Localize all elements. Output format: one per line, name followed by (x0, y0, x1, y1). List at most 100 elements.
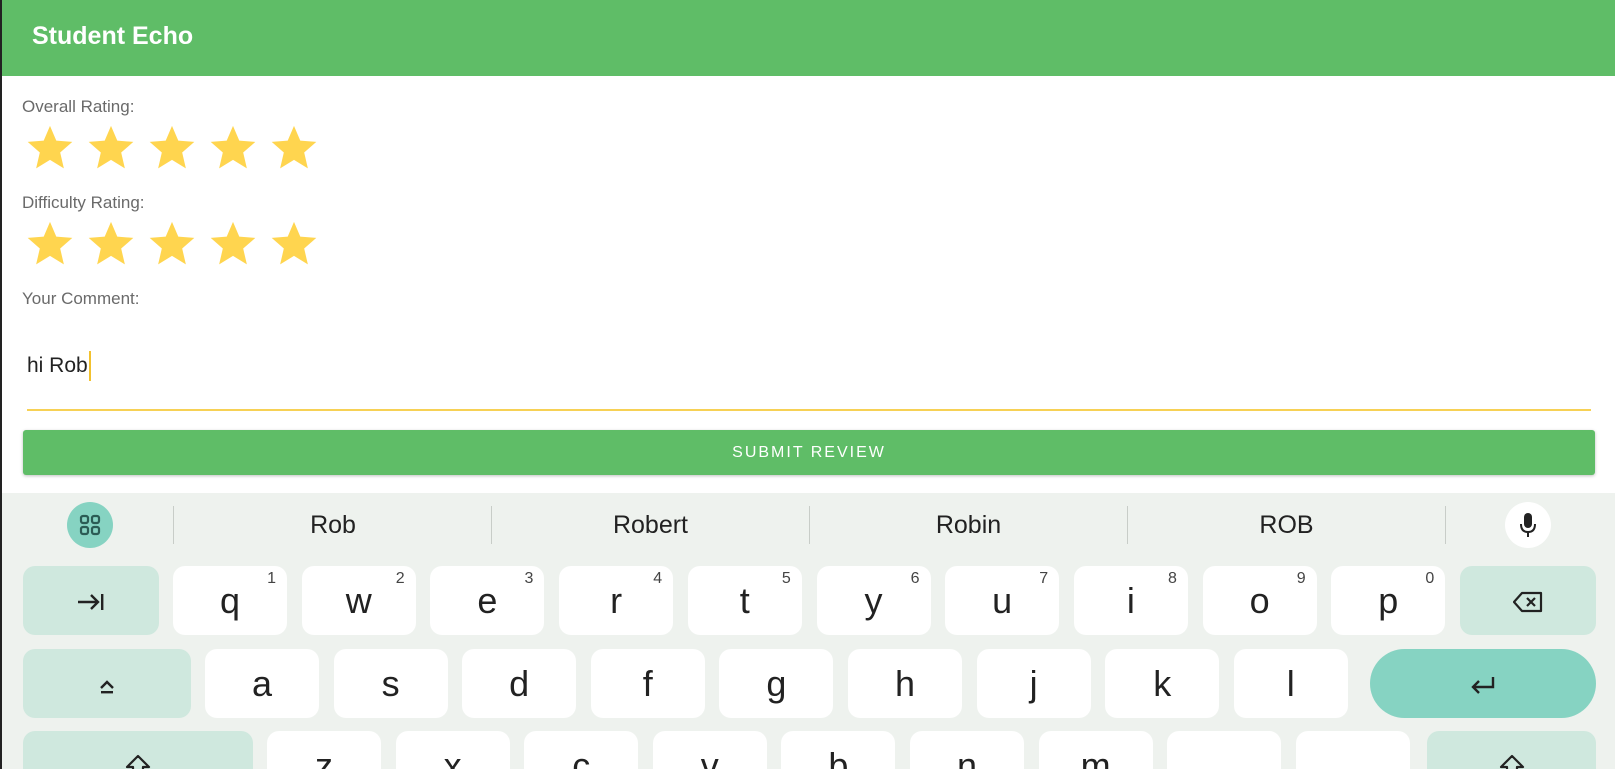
key-label: e (477, 579, 498, 621)
key-hint: 9 (1296, 570, 1306, 587)
key-hint: 0 (1425, 570, 1435, 587)
key-hint: 7 (1039, 570, 1049, 587)
difficulty-star-icon[interactable] (268, 218, 329, 272)
overall-star-icon[interactable] (24, 122, 85, 176)
suggestion-divider (173, 506, 174, 544)
caps-icon (97, 663, 117, 705)
key-label: d (509, 662, 530, 704)
enter-icon (1469, 663, 1497, 705)
key-blank[interactable] (1167, 731, 1282, 769)
key-r[interactable]: r4 (559, 566, 674, 635)
key-x[interactable]: x (395, 731, 510, 769)
key-label: g (766, 662, 787, 704)
key-e[interactable]: e3 (430, 566, 545, 635)
difficulty-star-icon[interactable] (24, 218, 85, 272)
key-hint: 2 (395, 570, 405, 587)
key-label: p (1378, 579, 1399, 621)
submit-review-button[interactable]: SUBMIT REVIEW (23, 430, 1595, 475)
overall-star-icon[interactable] (85, 122, 146, 176)
suggestion-divider (1445, 506, 1446, 544)
suggestion-3[interactable]: Robin (810, 505, 1127, 545)
key-label: v (700, 744, 719, 769)
overall-star-icon[interactable] (146, 122, 207, 176)
grid-icon[interactable] (67, 502, 113, 548)
key-t[interactable]: t5 (687, 566, 802, 635)
key-q[interactable]: q1 (173, 566, 287, 635)
tab-key[interactable] (23, 566, 159, 635)
key-label: j (1029, 662, 1038, 704)
key-label: f (642, 662, 653, 704)
mic-icon[interactable] (1505, 502, 1551, 548)
suggestion-1[interactable]: Rob (175, 505, 491, 545)
key-label: s (381, 662, 400, 704)
key-label: a (251, 662, 273, 704)
caps-lock-key[interactable] (23, 649, 191, 718)
key-i[interactable]: i8 (1073, 566, 1188, 635)
key-blank[interactable] (1295, 731, 1410, 769)
key-n[interactable]: n (910, 731, 1024, 769)
key-label: t (739, 579, 750, 621)
key-label: l (1286, 662, 1295, 704)
overall-rating-stars[interactable] (24, 122, 329, 176)
difficulty-star-icon[interactable] (85, 218, 146, 272)
key-label: h (894, 662, 916, 704)
key-a[interactable]: a (205, 649, 319, 718)
key-label: o (1249, 579, 1270, 621)
key-u[interactable]: u7 (945, 566, 1060, 635)
key-o[interactable]: o9 (1202, 566, 1317, 635)
key-label: z (315, 744, 333, 769)
key-j[interactable]: j (976, 649, 1091, 718)
key-label: b (828, 744, 849, 769)
shift-icon (1499, 745, 1525, 769)
key-h[interactable]: h (848, 649, 962, 718)
soft-keyboard: Rob Robert Robin ROB q 1 w 2 e 3 r 4 t 5… (2, 493, 1615, 769)
backspace-icon (1512, 580, 1543, 622)
comment-underline (27, 409, 1591, 411)
key-s[interactable]: s (333, 649, 448, 718)
suggestion-2[interactable]: Robert (492, 505, 809, 545)
key-label: k (1153, 662, 1172, 704)
overall-star-icon[interactable] (268, 122, 329, 176)
key-g[interactable]: g (719, 649, 834, 718)
key-label: r (610, 579, 623, 621)
difficulty-rating-stars[interactable] (24, 218, 329, 272)
key-label: c (572, 744, 591, 769)
enter-key[interactable] (1370, 649, 1596, 718)
key-label: u (992, 579, 1013, 621)
key-d[interactable]: d (462, 649, 577, 718)
key-b[interactable]: b (781, 731, 896, 769)
key-label: y (864, 579, 883, 621)
key-w[interactable]: w2 (301, 566, 416, 635)
overall-star-icon[interactable] (207, 122, 268, 176)
difficulty-star-icon[interactable] (146, 218, 207, 272)
shift-key-right[interactable] (1427, 731, 1596, 769)
key-f[interactable]: f (590, 649, 705, 718)
app-screen: Student Echo Overall Rating: Difficulty … (0, 0, 1615, 769)
key-v[interactable]: v (652, 731, 767, 769)
difficulty-star-icon[interactable] (207, 218, 268, 272)
overall-rating-label: Overall Rating: (22, 97, 135, 116)
key-label: m (1080, 744, 1111, 769)
shift-key-left[interactable] (23, 731, 253, 769)
key-hint: 3 (524, 570, 534, 587)
key-label: q (219, 579, 241, 621)
suggestion-bar: Rob Robert Robin ROB (2, 493, 1615, 557)
suggestion-4[interactable]: ROB (1128, 505, 1445, 545)
key-p[interactable]: p0 (1331, 566, 1446, 635)
key-label: i (1126, 579, 1135, 621)
comment-label: Your Comment: (22, 289, 140, 308)
key-k[interactable]: k (1105, 649, 1220, 718)
tab-icon (76, 580, 106, 622)
key-z[interactable]: z (267, 731, 381, 769)
key-m[interactable]: m (1038, 731, 1153, 769)
key-hint: 1 (267, 570, 276, 587)
key-label: n (956, 744, 978, 769)
key-l[interactable]: l (1233, 649, 1348, 718)
key-label: x (443, 744, 462, 769)
app-bar: Student Echo (2, 0, 1615, 76)
key-hint: 6 (910, 570, 920, 587)
comment-input-text[interactable]: hi Rob (27, 354, 88, 378)
backspace-key[interactable] (1460, 566, 1596, 635)
key-y[interactable]: y6 (816, 566, 931, 635)
key-c[interactable]: c (524, 731, 639, 769)
